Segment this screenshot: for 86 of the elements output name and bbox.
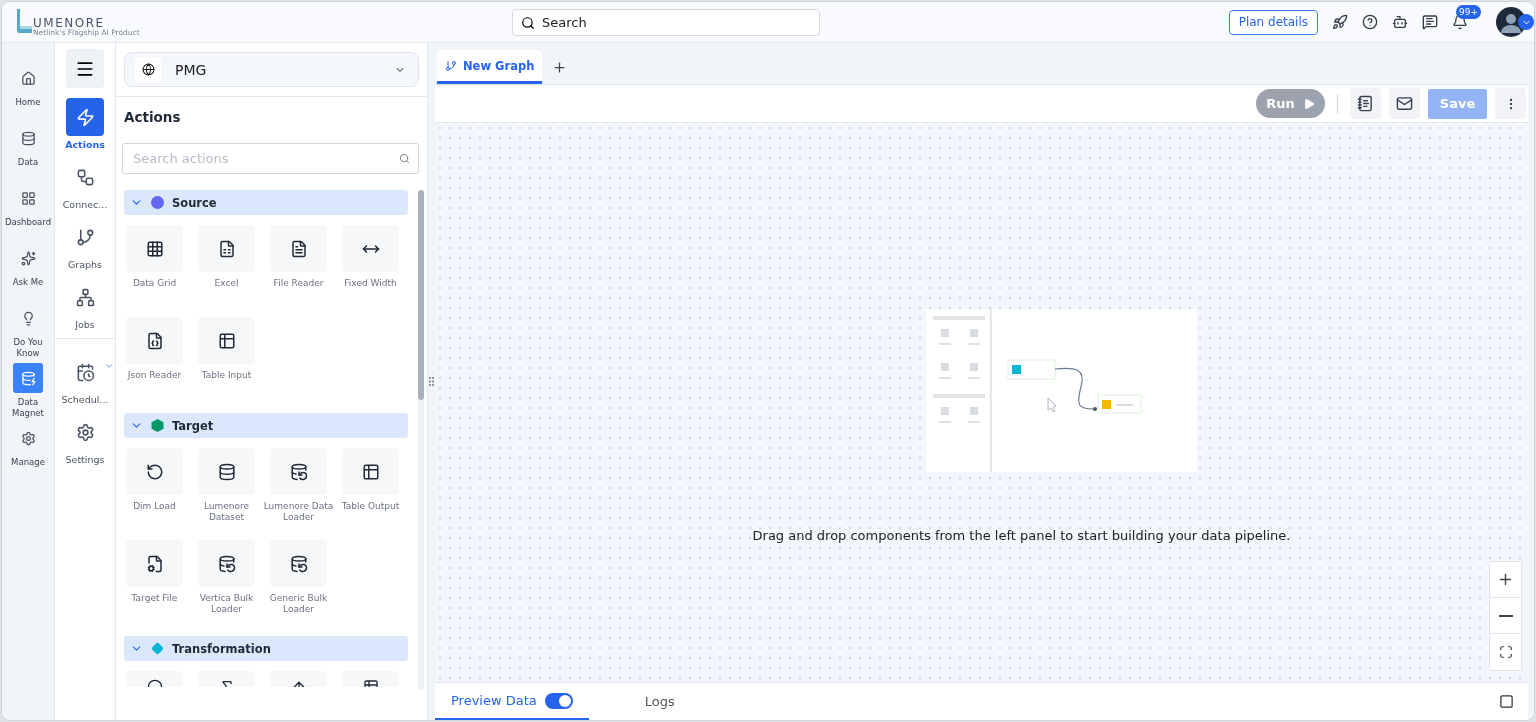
- fit-view-icon: [1498, 645, 1513, 659]
- nav-label: Home: [15, 97, 41, 108]
- lightning-icon[interactable]: [66, 98, 104, 136]
- plus-icon: [1497, 571, 1514, 588]
- nav-label: Do You Know: [12, 337, 44, 359]
- empty-state-message: Drag and drop components from the left panel to start building your data pipeline.: [752, 528, 1291, 543]
- nav-label: Data Magnet: [11, 397, 45, 419]
- nav-label: Ask Me: [12, 277, 44, 288]
- notes-button[interactable]: [1350, 88, 1381, 119]
- action-label: Vertica Bulk Loader: [198, 593, 255, 615]
- file-icon[interactable]: [126, 540, 183, 587]
- action-label: Generic Bulk Loader: [268, 593, 329, 615]
- table-icon[interactable]: [198, 317, 255, 364]
- document-icon[interactable]: [270, 225, 327, 272]
- bot-icon[interactable]: [1392, 14, 1408, 30]
- logo-mark-icon: [16, 8, 32, 34]
- help-icon[interactable]: [1362, 14, 1378, 30]
- database-sparkle-icon[interactable]: [13, 363, 43, 393]
- panel-tab[interactable]: Preview Data: [435, 683, 589, 720]
- database-icon[interactable]: [270, 540, 327, 587]
- rocket-icon[interactable]: [1332, 14, 1348, 30]
- nav-label: Dashboard: [4, 217, 52, 228]
- database-icon[interactable]: [198, 540, 255, 587]
- action-label: Table Output: [340, 501, 401, 512]
- minus-icon: [1498, 614, 1513, 617]
- plan-details-button[interactable]: Plan details: [1228, 9, 1318, 35]
- search-actions-field[interactable]: Search actions: [122, 143, 419, 174]
- maximize-icon[interactable]: [1499, 694, 1514, 709]
- nav-label: Schedul...: [61, 394, 109, 405]
- action-label: Json Reader: [126, 370, 183, 381]
- table-icon[interactable]: [342, 448, 399, 495]
- action-label: Excel: [213, 278, 240, 289]
- action-tile[interactable]: [342, 671, 399, 687]
- scrollbar[interactable]: [418, 190, 424, 690]
- globe-icon: [135, 56, 161, 83]
- action-label: Target File: [130, 593, 179, 604]
- section-title: Source: [172, 195, 217, 210]
- nav-label: Graphs: [67, 259, 103, 270]
- grid-icon[interactable]: [126, 225, 183, 272]
- logo-name: UMENORE: [33, 17, 105, 30]
- add-tab-icon[interactable]: [552, 60, 568, 75]
- action-tile[interactable]: [126, 671, 183, 687]
- action-tile[interactable]: [198, 671, 255, 687]
- feedback-icon[interactable]: [1422, 14, 1438, 30]
- section-title: Transformation: [172, 641, 271, 656]
- mail-button[interactable]: [1389, 88, 1420, 119]
- database-icon[interactable]: [198, 448, 255, 495]
- section-title: Target: [172, 418, 214, 433]
- chevron-down-icon[interactable]: [1518, 14, 1534, 30]
- search-icon: [521, 15, 535, 30]
- action-label: Table Input: [200, 370, 253, 381]
- nav-label: Jobs: [75, 319, 95, 330]
- section-header[interactable]: Transformation: [124, 636, 408, 661]
- action-label: Dim Load: [132, 501, 177, 512]
- action-tile[interactable]: [270, 671, 327, 687]
- search-field[interactable]: Search: [512, 8, 820, 36]
- notes-icon: [1357, 95, 1374, 112]
- workspace-dropdown[interactable]: PMG: [124, 52, 419, 87]
- nav-label: Connec...: [62, 199, 108, 210]
- action-label: Lumenore Data Loader: [263, 501, 334, 523]
- search-icon: [399, 153, 410, 164]
- section-header[interactable]: Target: [124, 413, 408, 438]
- nav-label: Data: [17, 157, 39, 168]
- action-label: File Reader: [272, 278, 325, 289]
- nav-label: Manage: [11, 457, 45, 468]
- notification-badge: 99+: [1456, 5, 1481, 19]
- bell-icon[interactable]: [1452, 14, 1468, 30]
- json-file-icon[interactable]: [126, 317, 183, 364]
- nav-label: Actions: [65, 139, 105, 150]
- menu-button[interactable]: [66, 49, 104, 88]
- database-icon[interactable]: [270, 448, 327, 495]
- graph-icon: [445, 59, 457, 72]
- nav-label: Settings: [65, 454, 105, 465]
- drag-handle-icon[interactable]: [429, 377, 434, 386]
- action-label: Fixed Width: [343, 278, 398, 289]
- section-header[interactable]: Source: [124, 190, 408, 215]
- graph-tab[interactable]: New Graph: [437, 50, 543, 84]
- mail-icon: [1396, 95, 1413, 112]
- panel-title: Actions: [116, 96, 427, 125]
- action-label: Lumenore Dataset: [202, 501, 251, 523]
- play-icon: [1302, 97, 1315, 110]
- spreadsheet-icon[interactable]: [198, 225, 255, 272]
- toggle-switch[interactable]: [544, 692, 573, 709]
- panel-tab[interactable]: Logs: [628, 683, 729, 720]
- refresh-icon[interactable]: [126, 448, 183, 495]
- action-label: Data Grid: [131, 278, 178, 289]
